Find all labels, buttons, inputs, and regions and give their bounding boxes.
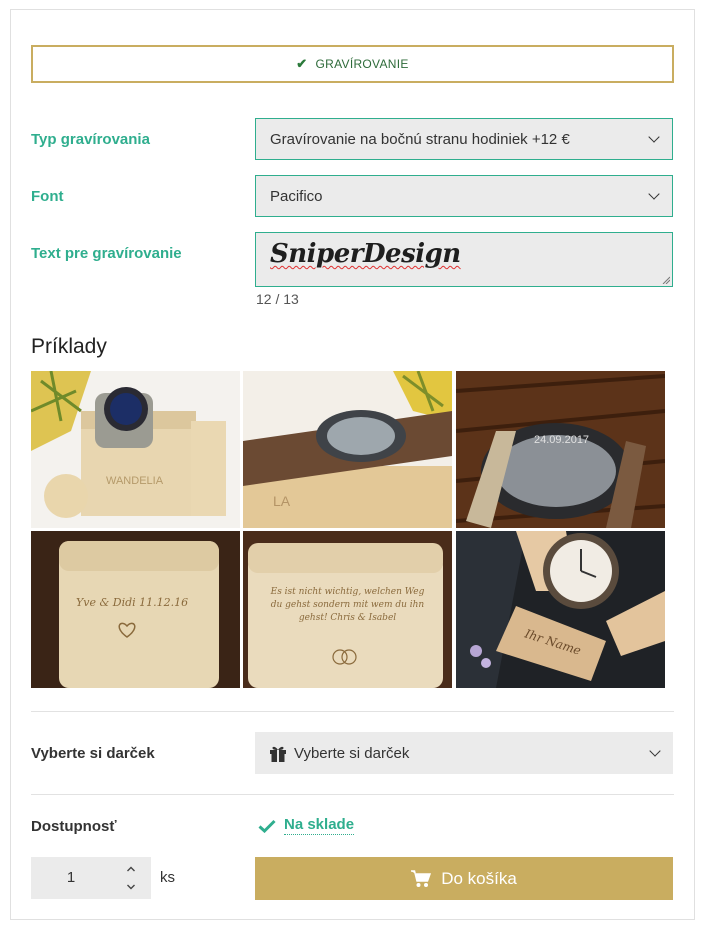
- chevron-down-icon: [648, 188, 660, 200]
- add-to-cart-button[interactable]: Do košíka: [255, 857, 673, 900]
- resize-handle-icon[interactable]: [662, 276, 670, 284]
- engraving-text-label: Text pre gravírovanie: [31, 245, 182, 262]
- quantity-value[interactable]: 1: [31, 857, 111, 899]
- quantity-stepper[interactable]: 1: [31, 857, 151, 899]
- engraving-toggle-label: GRAVÍROVANIE: [315, 57, 409, 71]
- availability-status: Na sklade: [258, 816, 355, 835]
- gift-select[interactable]: Vyberte si darček: [255, 732, 673, 774]
- cart-icon: [411, 869, 432, 887]
- svg-text:LA: LA: [273, 493, 291, 509]
- gift-icon: [270, 746, 286, 762]
- chevron-down-icon: [648, 131, 660, 143]
- check-icon: [258, 819, 276, 833]
- gift-select-value: Vyberte si darček: [294, 744, 410, 762]
- examples-title: Príklady: [31, 335, 107, 358]
- engraving-type-value: Gravírovanie na bočnú stranu hodiniek +1…: [270, 130, 570, 148]
- font-value: Pacifico: [270, 187, 323, 205]
- example-image[interactable]: WANDELIA: [31, 371, 240, 528]
- check-icon: ✔: [296, 56, 308, 71]
- example-image[interactable]: Yve & Didi 11.12.16: [31, 531, 240, 688]
- gift-label: Vyberte si darček: [31, 745, 155, 762]
- examples-gallery: WANDELIA LA 24.09.2017 Yve & Didi 11.12.…: [31, 371, 665, 688]
- engraving-toggle-button[interactable]: ✔ GRAVÍROVANIE: [31, 45, 674, 83]
- divider: [31, 794, 674, 795]
- divider: [31, 711, 674, 712]
- example-image[interactable]: 24.09.2017: [456, 371, 665, 528]
- engraving-type-label: Typ gravírovania: [31, 131, 150, 148]
- availability-status-text: Na sklade: [284, 816, 355, 835]
- engraving-text-value: SniperDesign: [270, 239, 461, 269]
- engraving-type-select[interactable]: Gravírovanie na bočnú stranu hodiniek +1…: [255, 118, 673, 160]
- chevron-up-icon[interactable]: [123, 861, 139, 877]
- quantity-unit: ks: [160, 869, 175, 886]
- svg-text:24.09.2017: 24.09.2017: [534, 434, 589, 446]
- svg-text:Yve & Didi 11.12.16: Yve & Didi 11.12.16: [76, 596, 188, 609]
- availability-label: Dostupnosť: [31, 818, 117, 835]
- font-select[interactable]: Pacifico: [255, 175, 673, 217]
- chevron-down-icon[interactable]: [123, 879, 139, 895]
- chevron-down-icon: [649, 745, 661, 757]
- svg-text:WANDELIA: WANDELIA: [106, 475, 164, 487]
- engraving-text-input[interactable]: SniperDesign: [255, 232, 673, 287]
- example-image[interactable]: Es ist nicht wichtig, welchen Weg du geh…: [243, 531, 452, 688]
- character-counter: 12 / 13: [256, 291, 299, 307]
- example-image[interactable]: Ihr Name: [456, 531, 665, 688]
- add-to-cart-label: Do košíka: [441, 868, 517, 888]
- example-image[interactable]: LA: [243, 371, 452, 528]
- font-label: Font: [31, 188, 64, 205]
